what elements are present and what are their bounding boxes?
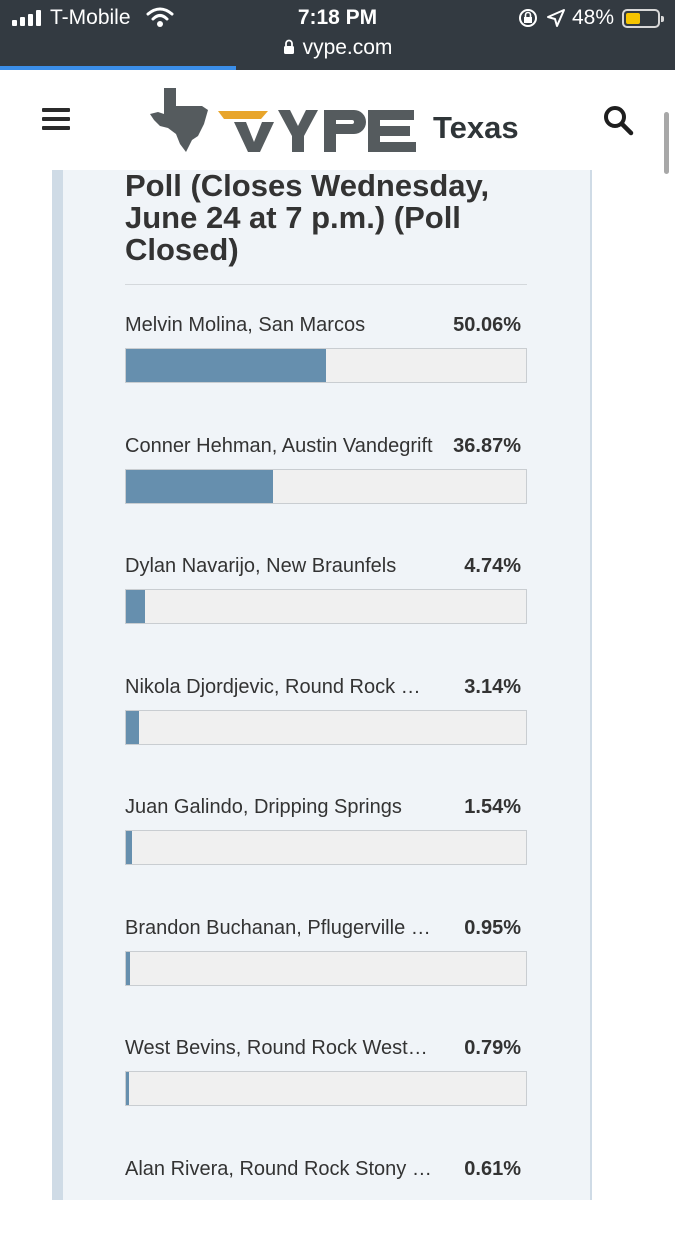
- poll-result-fill: [126, 831, 132, 864]
- poll-option-percent: 3.14%: [464, 676, 521, 698]
- poll-result-fill: [126, 711, 139, 744]
- poll-option-percent: 0.61%: [464, 1158, 521, 1180]
- page-scrollbar[interactable]: [664, 112, 669, 174]
- poll-result-bar: [125, 710, 527, 745]
- poll-result-bar: [125, 348, 527, 383]
- poll-result-fill: [126, 590, 145, 623]
- url-bar[interactable]: vype.com: [0, 36, 675, 60]
- poll-option: Conner Hehman, Austin Vandegrift 36.87%: [125, 435, 527, 525]
- poll-option-name: Conner Hehman, Austin Vandegrift: [125, 435, 433, 457]
- url-text: vype.com: [302, 36, 393, 59]
- poll-option-percent: 1.54%: [464, 796, 521, 818]
- battery-percent: 48%: [572, 6, 615, 29]
- texas-shape-icon: [150, 88, 208, 152]
- poll-title-line-2: June 24 at 7 p.m.) (Poll: [125, 200, 461, 235]
- status-bar: T-Mobile 7:18 PM 48%: [0, 0, 675, 36]
- poll-result-bar: [125, 469, 527, 504]
- poll-option-name: Alan Rivera, Round Rock Stony Point: [125, 1158, 435, 1180]
- site-header: Texas: [0, 70, 675, 170]
- poll-option-percent: 36.87%: [453, 435, 521, 457]
- poll-result-bar: [125, 830, 527, 865]
- poll-option-name: Brandon Buchanan, Pflugerville Weiss: [125, 917, 435, 939]
- poll-option-name: Juan Galindo, Dripping Springs: [125, 796, 402, 818]
- rotation-lock-icon: [519, 9, 537, 27]
- poll-option-name: Melvin Molina, San Marcos: [125, 314, 366, 336]
- menu-icon[interactable]: [42, 108, 70, 130]
- poll-option: West Bevins, Round Rock Westwood 0.79%: [125, 1037, 527, 1127]
- poll-divider: [125, 284, 527, 285]
- poll-option: Brandon Buchanan, Pflugerville Weiss 0.9…: [125, 917, 527, 1007]
- poll-option: Alan Rivera, Round Rock Stony Point 0.61…: [125, 1158, 527, 1248]
- poll-option-percent: 4.74%: [464, 555, 521, 577]
- poll-option-percent: 0.79%: [464, 1037, 521, 1059]
- poll-title-line-3: Closed): [125, 232, 239, 267]
- poll-title: Poll (Closes Wednesday, June 24 at 7 p.m…: [125, 170, 535, 266]
- location-arrow-icon: [547, 9, 565, 27]
- browser-top-bar: T-Mobile 7:18 PM 48% vype.com: [0, 0, 675, 70]
- poll-option-percent: 0.95%: [464, 917, 521, 939]
- poll-result-bar: [125, 589, 527, 624]
- poll-result-fill: [126, 470, 273, 503]
- poll-result-bar: [125, 951, 527, 986]
- poll-option: Dylan Navarijo, New Braunfels 4.74%: [125, 555, 527, 645]
- poll-option-name: West Bevins, Round Rock Westwood: [125, 1037, 435, 1059]
- poll-option-name: Nikola Djordjevic, Round Rock McNeil: [125, 676, 435, 698]
- padlock-icon: [283, 39, 294, 54]
- logo-region-text: Texas: [433, 110, 519, 145]
- poll-option: Melvin Molina, San Marcos 50.06%: [125, 314, 527, 404]
- poll-option: Juan Galindo, Dripping Springs 1.54%: [125, 796, 527, 886]
- battery-icon: [622, 9, 664, 28]
- poll-result-bar: [125, 1071, 527, 1106]
- search-icon[interactable]: [602, 104, 634, 136]
- poll-option: Nikola Djordjevic, Round Rock McNeil 3.1…: [125, 676, 527, 766]
- poll-option-percent: 50.06%: [453, 314, 521, 336]
- poll-result-fill: [126, 349, 326, 382]
- battery-level: [626, 13, 640, 24]
- poll-result-fill: [126, 952, 130, 985]
- poll-title-line-1: Poll (Closes Wednesday,: [125, 168, 490, 203]
- poll-option-name: Dylan Navarijo, New Braunfels: [125, 555, 397, 577]
- poll-result-fill: [126, 1072, 129, 1105]
